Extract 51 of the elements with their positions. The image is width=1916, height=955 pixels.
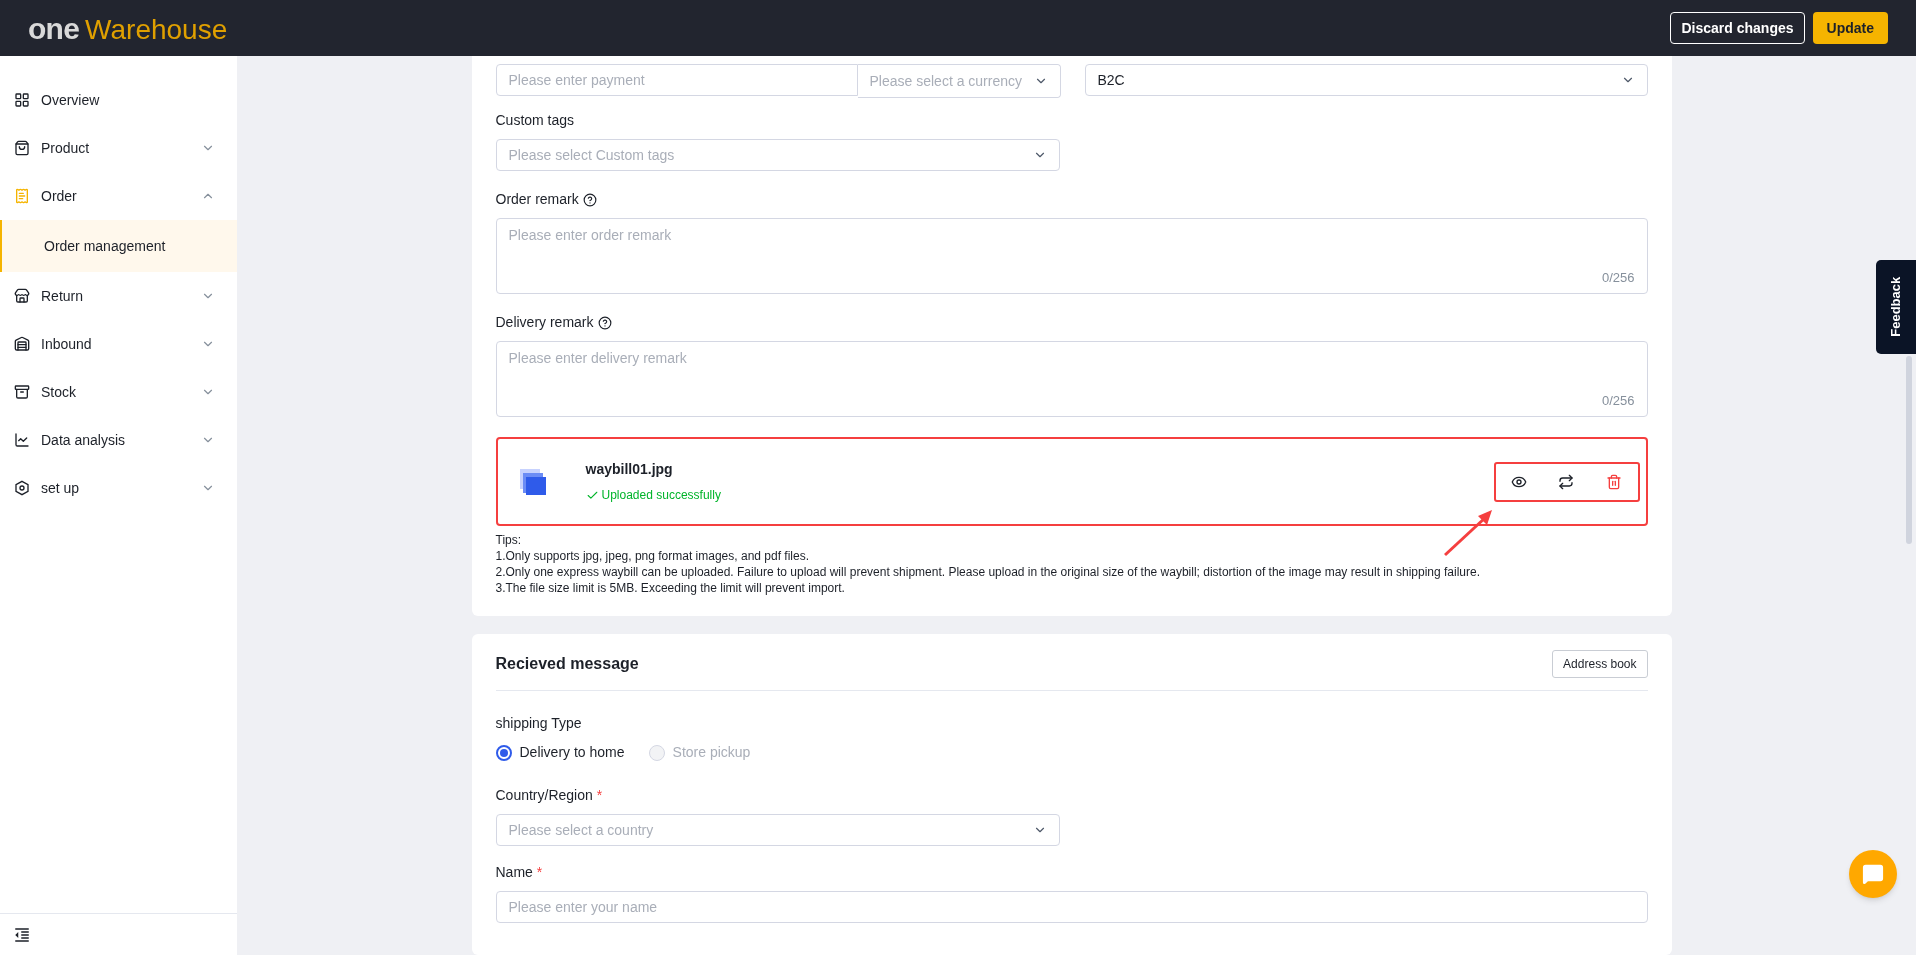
tip-text: Tips: xyxy=(495,532,523,548)
field-label: Name xyxy=(495,863,533,882)
sidebar-item[interactable]: Return xyxy=(0,272,237,320)
collapse-menu-icon[interactable] xyxy=(13,925,31,944)
tip-text: 3.The file size limit is 5MB. Exceeding the limit will prevent import. xyxy=(495,580,846,596)
delete-icon[interactable] xyxy=(1605,473,1622,490)
sidebar-item[interactable]: Overview xyxy=(0,76,237,124)
chat-icon xyxy=(1862,863,1884,885)
radio-label: Store pickup xyxy=(672,743,751,762)
discard-button[interactable]: Discard changes xyxy=(1670,12,1805,44)
tip-text: 1.Only supports jpg, jpeg, png format images, and pdf files. xyxy=(495,548,810,564)
help-icon[interactable] xyxy=(597,315,612,330)
sidebar-item[interactable]: Stock xyxy=(0,368,237,416)
sidebar-subitem[interactable]: Order management xyxy=(0,220,237,272)
store-icon xyxy=(14,336,30,352)
logo-text: one xyxy=(28,10,80,47)
receipt-icon xyxy=(14,188,30,204)
hexagon-icon xyxy=(14,480,30,496)
update-button[interactable]: Update xyxy=(1812,12,1888,44)
character-counter: 0/256 xyxy=(1601,268,1635,287)
sidebar-item[interactable]: Product xyxy=(0,124,237,172)
archive-icon xyxy=(14,384,30,400)
field-label: Country/Region xyxy=(495,786,593,805)
order-type-select[interactable]: B2C xyxy=(1084,64,1648,96)
upload-status: Uploaded successfully xyxy=(601,487,721,504)
radio-button[interactable] xyxy=(495,744,512,761)
radio-label: Delivery to home xyxy=(519,743,625,762)
help-icon[interactable] xyxy=(582,192,597,207)
logo-text: Warehouse xyxy=(85,12,228,47)
field-label: Custom tags xyxy=(495,111,575,130)
file-stack-icon xyxy=(519,468,546,495)
sidebar-item[interactable]: Data analysis xyxy=(0,416,237,464)
grid-icon xyxy=(14,92,30,108)
bag-icon xyxy=(14,140,30,156)
required-mark: * xyxy=(596,786,603,805)
sidebar-item[interactable]: Inbound xyxy=(0,320,237,368)
tip-text: 2.Only one express waybill can be uploaded. Failure to upload will prevent shipment. Please upload in the original size of the waybill; distortion of the image may result in shipping failure. xyxy=(495,564,1482,580)
section-title: Recieved message xyxy=(495,654,639,674)
field-label: shipping Type xyxy=(495,714,582,733)
required-mark: * xyxy=(536,863,543,882)
chart-icon xyxy=(14,432,30,448)
feedback-tab[interactable]: Feedback xyxy=(1876,260,1916,354)
store-icon xyxy=(14,288,30,304)
field-label: Order remark xyxy=(495,190,579,209)
field-label: Delivery remark xyxy=(495,313,594,332)
sidebar-item[interactable]: Order xyxy=(0,172,237,220)
address-book-button[interactable]: Address book xyxy=(1552,650,1648,678)
replace-icon[interactable] xyxy=(1558,473,1575,490)
file-name: waybill01.jpg xyxy=(585,460,674,479)
character-counter: 0/256 xyxy=(1601,391,1635,410)
sidebar-item[interactable]: set up xyxy=(0,464,237,512)
